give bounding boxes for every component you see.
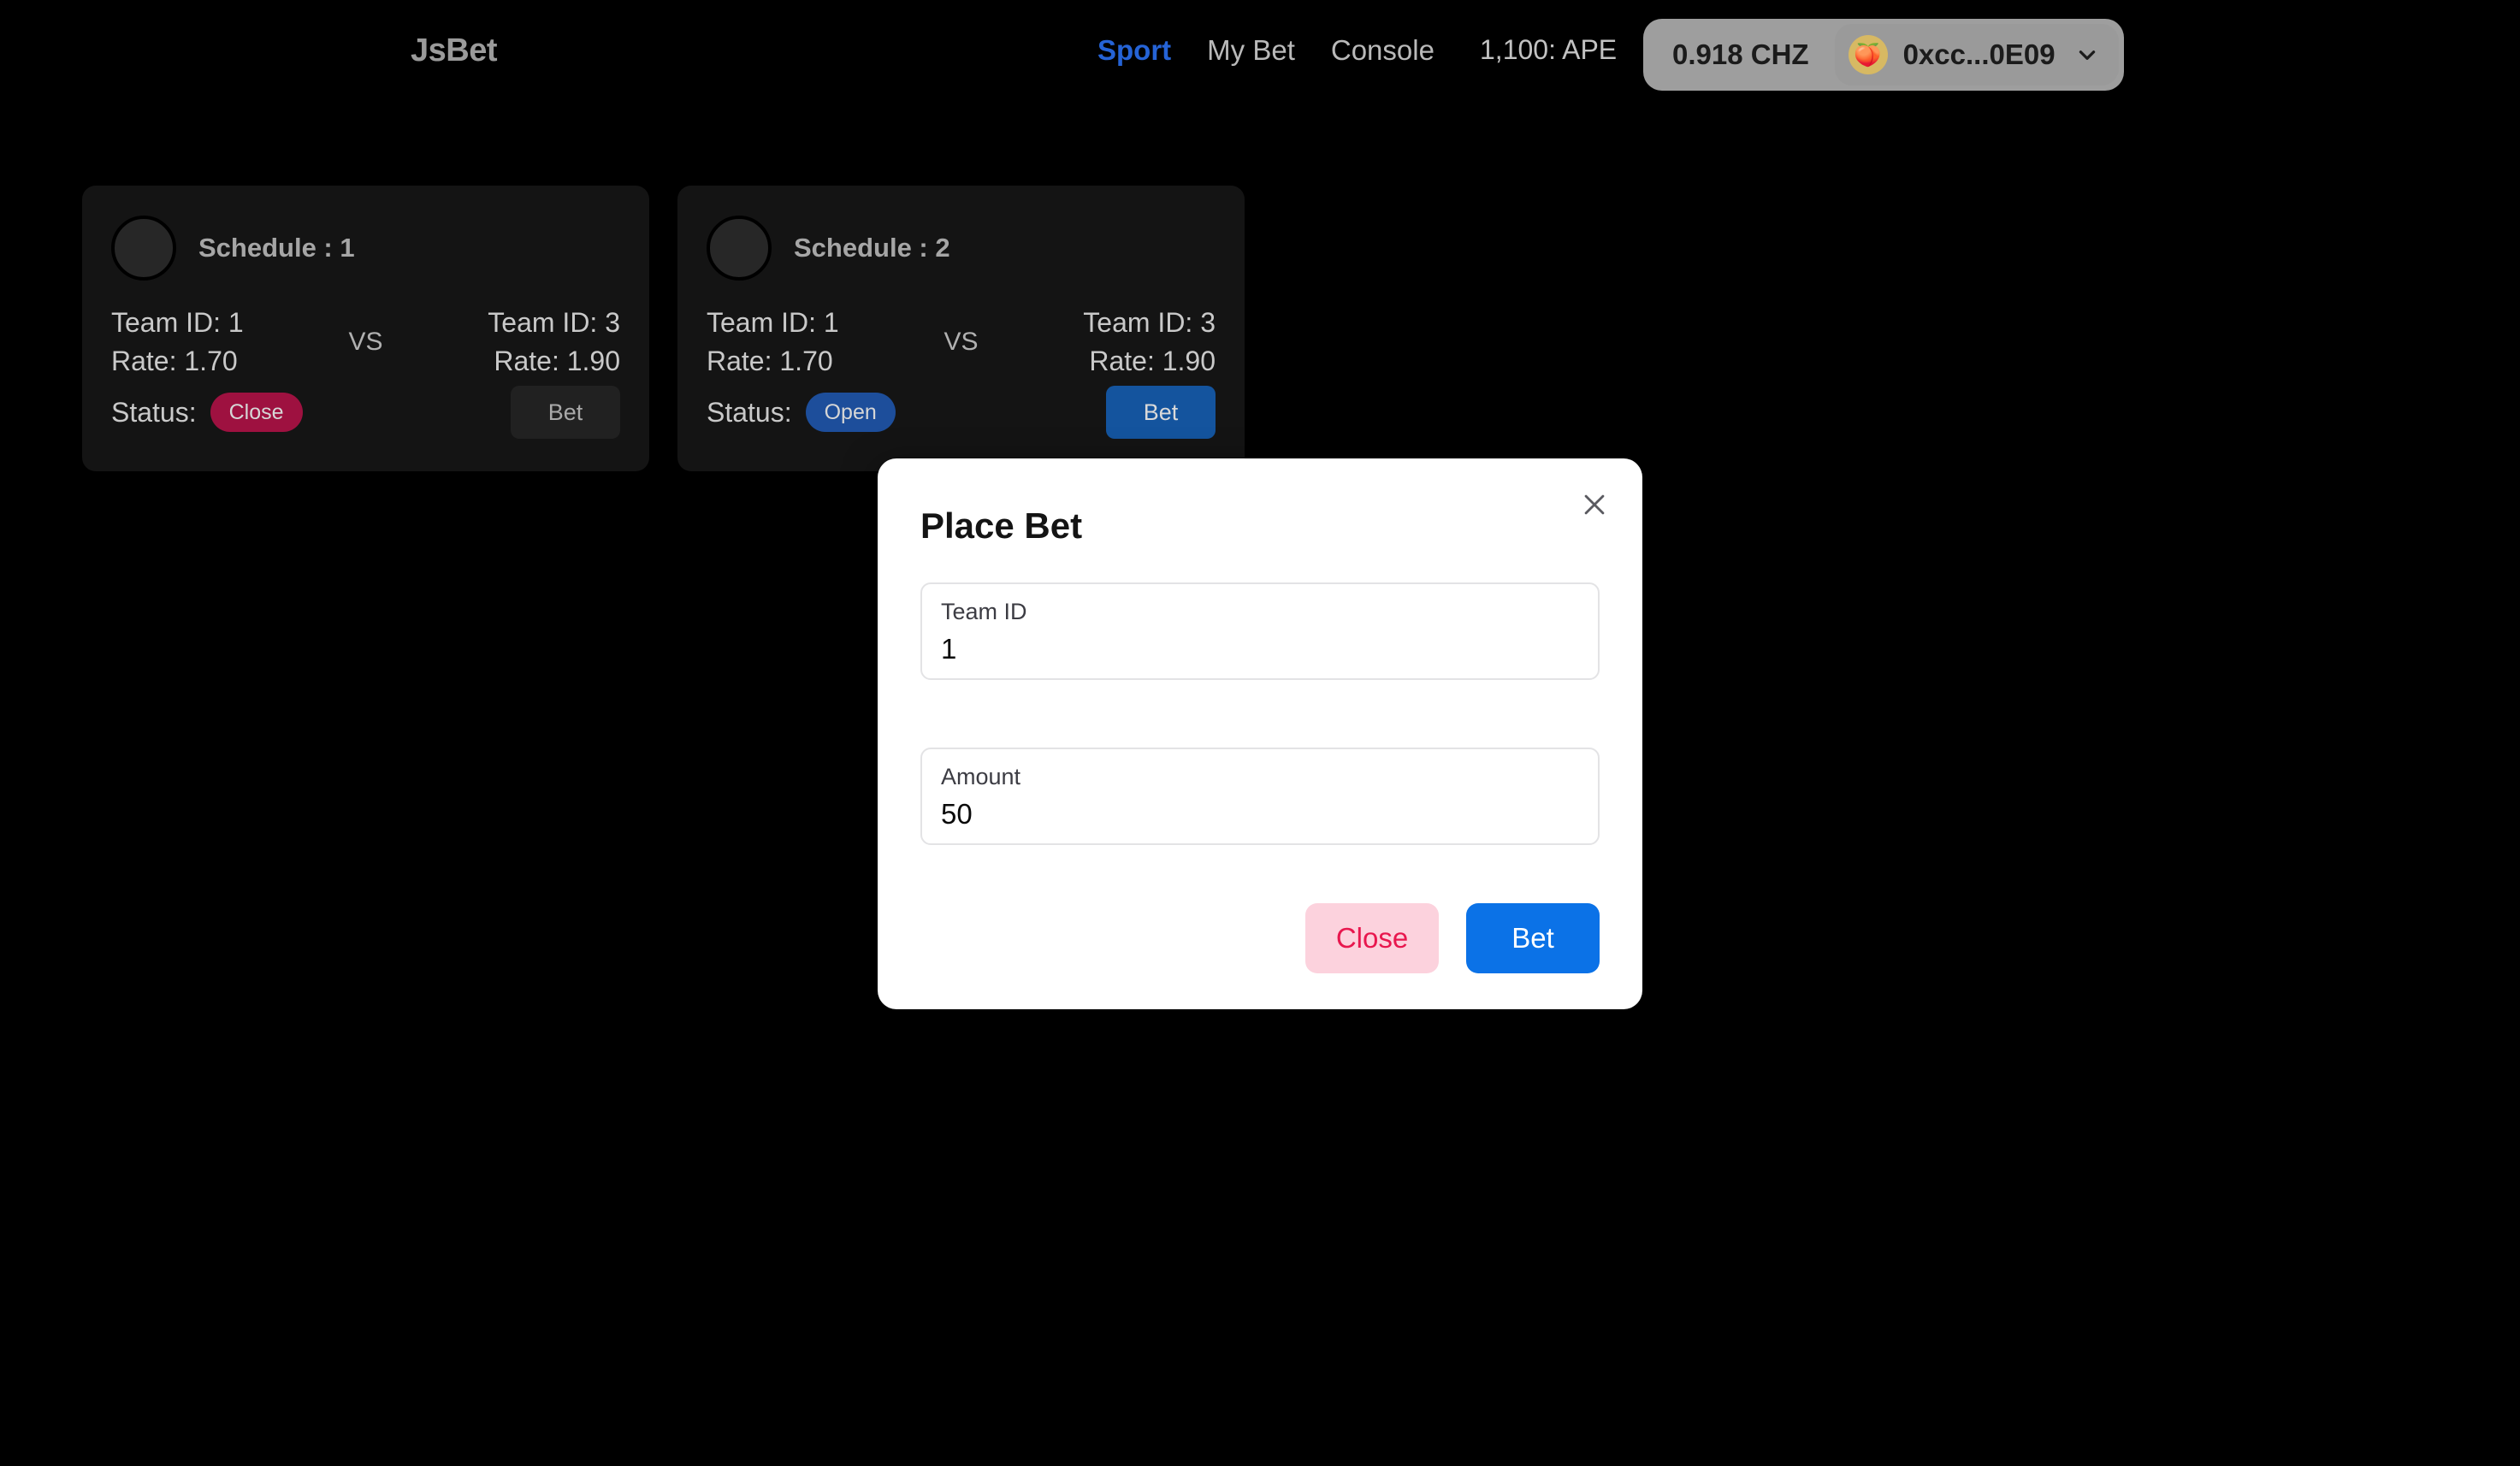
away-team-rate: Rate: 1.90 [1089,346,1216,376]
app-logo[interactable]: JsBet [411,33,498,69]
modal-form: Team ID 1 Amount 50 [920,582,1600,845]
card-header: Schedule : 2 [707,211,1216,285]
schedule-card: Schedule : 1 Team ID: 1 Rate: 1.70 VS Te… [82,186,649,471]
home-team-rate: Rate: 1.70 [111,346,238,376]
schedule-avatar-icon [111,216,176,281]
team-id-field[interactable]: Team ID 1 [920,582,1600,680]
modal-submit-bet-button[interactable]: Bet [1466,903,1600,973]
top-navbar: JsBet Sport My Bet Console 1,100: APE 0.… [0,0,2520,109]
away-team-block: Team ID: 3 Rate: 1.90 [488,307,620,377]
schedule-title: Schedule : 1 [198,233,355,263]
vs-separator: VS [944,328,979,356]
schedule-title: Schedule : 2 [794,233,950,263]
status-group: Status: Close [111,393,303,432]
amount-field[interactable]: Amount 50 [920,748,1600,845]
schedule-card: Schedule : 2 Team ID: 1 Rate: 1.70 VS Te… [677,186,1245,471]
chevron-down-icon [2079,50,2095,60]
amount-label: Amount [941,764,1021,789]
status-group: Status: Open [707,393,896,432]
ape-balance-label: 1,100: APE [1480,34,1618,65]
nav-item-my-bet[interactable]: My Bet [1207,34,1295,67]
wallet-connect-button[interactable]: 0.918 CHZ 🍑 0xcc...0E09 [1643,19,2124,91]
modal-title: Place Bet [920,505,1083,546]
home-team-rate: Rate: 1.70 [707,346,833,376]
teams-row: Team ID: 1 Rate: 1.70 VS Team ID: 3 Rate… [707,307,1216,377]
vs-separator: VS [348,328,383,356]
home-team-id: Team ID: 1 [111,307,244,338]
card-bet-button[interactable]: Bet [511,386,620,439]
card-header: Schedule : 1 [111,211,620,285]
nav-item-console[interactable]: Console [1331,34,1435,67]
schedule-card-list: Schedule : 1 Team ID: 1 Rate: 1.70 VS Te… [82,186,1245,471]
wallet-token-balance: 0.918 CHZ [1672,38,1809,70]
status-badge: Open [805,393,896,432]
close-icon [1584,494,1605,515]
status-label: Status: [707,396,792,428]
away-team-rate: Rate: 1.90 [494,346,620,376]
card-bet-button[interactable]: Bet [1106,386,1216,439]
teams-row: Team ID: 1 Rate: 1.70 VS Team ID: 3 Rate… [111,307,620,377]
peach-avatar-icon: 🍑 [1848,35,1888,74]
card-status-row: Status: Open Bet [707,386,1216,439]
modal-actions: Close Bet [1305,903,1600,973]
away-team-id: Team ID: 3 [1083,307,1216,338]
card-status-row: Status: Close Bet [111,386,620,439]
schedule-avatar-icon [707,216,772,281]
primary-nav: Sport My Bet Console [1097,34,1435,67]
home-team-id: Team ID: 1 [707,307,839,338]
team-id-input[interactable]: 1 [941,633,1579,665]
status-label: Status: [111,396,197,428]
team-id-label: Team ID [941,599,1027,624]
wallet-account-chip[interactable]: 🍑 0xcc...0E09 [1834,24,2119,86]
away-team-block: Team ID: 3 Rate: 1.90 [1083,307,1216,377]
place-bet-modal: Place Bet Team ID 1 Amount 50 Close Bet [878,458,1642,1009]
home-team-block: Team ID: 1 Rate: 1.70 [111,307,244,377]
away-team-id: Team ID: 3 [488,307,620,338]
wallet-address-label: 0xcc...0E09 [1902,38,2056,70]
modal-close-button[interactable] [1571,481,1618,529]
home-team-block: Team ID: 1 Rate: 1.70 [707,307,839,377]
status-badge: Close [210,393,303,432]
nav-item-sport[interactable]: Sport [1097,34,1171,67]
modal-cancel-button[interactable]: Close [1305,903,1439,973]
amount-input[interactable]: 50 [941,798,1579,830]
